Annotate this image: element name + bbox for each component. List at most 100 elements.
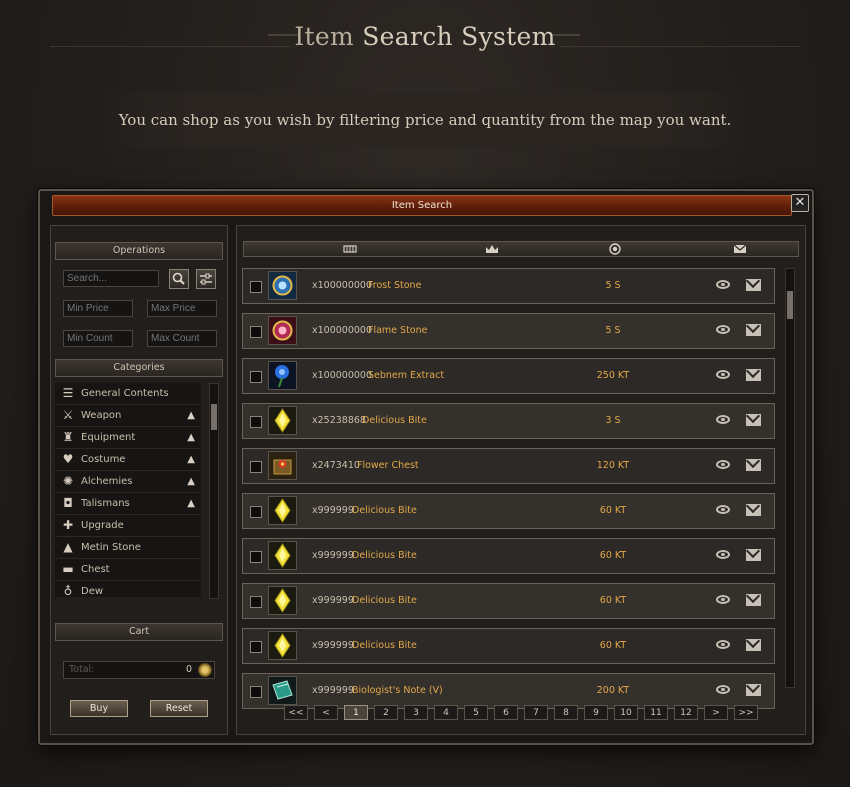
item-row[interactable]: x2473410 Flower Chest 120 KT (242, 448, 775, 484)
mail-icon[interactable] (746, 594, 761, 606)
mail-icon[interactable] (746, 684, 761, 696)
select-checkbox[interactable] (250, 686, 262, 698)
select-checkbox[interactable] (250, 506, 262, 518)
category-item[interactable]: ▲ Metin Stone (55, 537, 201, 559)
page-button[interactable]: 8 (554, 705, 578, 720)
mail-icon[interactable] (746, 414, 761, 426)
category-item[interactable]: ☰ General Contents (55, 383, 201, 405)
page-button[interactable]: 4 (434, 705, 458, 720)
window-titlebar[interactable]: Item Search (52, 195, 792, 216)
item-count-icon[interactable] (342, 242, 358, 261)
item-row[interactable]: x100000000 Frost Stone 5 S (242, 268, 775, 304)
category-item[interactable]: ♜ Equipment ▲ (55, 427, 201, 449)
list-icon: ☰ (62, 386, 74, 400)
page-button[interactable]: << (284, 705, 308, 720)
category-item[interactable]: ✺ Alchemies ▲ (55, 471, 201, 493)
eye-icon[interactable] (716, 595, 730, 604)
category-item[interactable]: ▬ Chest (55, 559, 201, 581)
min-count-input[interactable] (63, 330, 133, 347)
search-input[interactable] (63, 270, 159, 287)
eye-icon[interactable] (716, 640, 730, 649)
eye-icon[interactable] (716, 280, 730, 289)
item-row[interactable]: x25238868 Delicious Bite 3 S (242, 403, 775, 439)
page-button[interactable]: 3 (404, 705, 428, 720)
mail-icon[interactable] (746, 369, 761, 381)
chevron-up-icon[interactable]: ▲ (187, 493, 195, 514)
eye-icon[interactable] (716, 685, 730, 694)
min-price-input[interactable] (63, 300, 133, 317)
results-scrollbar[interactable] (785, 268, 795, 688)
page-button[interactable]: >> (734, 705, 758, 720)
mail-icon[interactable] (746, 324, 761, 336)
category-item[interactable]: ♥ Costume ▲ (55, 449, 201, 471)
page-button[interactable]: 2 (374, 705, 398, 720)
mail-icon[interactable] (746, 504, 761, 516)
category-label: Metin Stone (81, 542, 141, 553)
max-count-input[interactable] (147, 330, 217, 347)
crown-icon[interactable] (484, 242, 500, 261)
page-button[interactable]: 7 (524, 705, 548, 720)
buy-button[interactable]: Buy (70, 700, 128, 717)
scrollbar-thumb[interactable] (211, 404, 217, 430)
coin-icon[interactable] (608, 242, 622, 261)
select-checkbox[interactable] (250, 416, 262, 428)
item-icon (268, 676, 297, 705)
item-price: 5 S (605, 325, 621, 336)
select-checkbox[interactable] (250, 461, 262, 473)
item-row[interactable]: x100000000 Flame Stone 5 S (242, 313, 775, 349)
eye-icon[interactable] (716, 505, 730, 514)
mail-icon[interactable] (746, 459, 761, 471)
page-button[interactable]: 6 (494, 705, 518, 720)
select-checkbox[interactable] (250, 326, 262, 338)
mail-icon[interactable] (746, 639, 761, 651)
chevron-up-icon[interactable]: ▲ (187, 427, 195, 448)
category-item[interactable]: ✚ Upgrade (55, 515, 201, 537)
page-button[interactable]: 5 (464, 705, 488, 720)
scrollbar-thumb[interactable] (787, 291, 793, 319)
item-row[interactable]: x999999 Delicious Bite 60 KT (242, 583, 775, 619)
eye-icon[interactable] (716, 325, 730, 334)
helmet-icon: ♜ (62, 430, 74, 444)
max-price-input[interactable] (147, 300, 217, 317)
select-checkbox[interactable] (250, 551, 262, 563)
chevron-up-icon[interactable]: ▲ (187, 471, 195, 492)
item-quantity: x2473410 (312, 460, 360, 471)
category-item[interactable]: ◘ Talismans ▲ (55, 493, 201, 515)
item-icon (268, 496, 297, 525)
page-button[interactable]: 12 (674, 705, 698, 720)
page-button[interactable]: < (314, 705, 338, 720)
search-button[interactable] (169, 269, 189, 289)
page-button[interactable]: 10 (614, 705, 638, 720)
close-icon[interactable]: ✕ (791, 194, 809, 212)
select-checkbox[interactable] (250, 596, 262, 608)
eye-icon[interactable] (716, 370, 730, 379)
filter-settings-button[interactable] (196, 269, 216, 289)
mail-icon[interactable] (732, 242, 748, 261)
select-checkbox[interactable] (250, 641, 262, 653)
page-button[interactable]: 11 (644, 705, 668, 720)
eye-icon[interactable] (716, 550, 730, 559)
eye-icon[interactable] (716, 460, 730, 469)
item-row[interactable]: x999999 Delicious Bite 60 KT (242, 493, 775, 529)
item-row[interactable]: x999999 Delicious Bite 60 KT (242, 538, 775, 574)
eye-icon[interactable] (716, 415, 730, 424)
chevron-up-icon[interactable]: ▲ (187, 405, 195, 426)
chevron-up-icon[interactable]: ▲ (187, 449, 195, 470)
page-button[interactable]: > (704, 705, 728, 720)
reset-button[interactable]: Reset (150, 700, 208, 717)
mail-icon[interactable] (746, 279, 761, 291)
page-title-part2: Search System (362, 22, 556, 51)
item-quantity: x999999 (312, 505, 354, 516)
select-checkbox[interactable] (250, 281, 262, 293)
item-row[interactable]: x100000000 Sebnem Extract 250 KT (242, 358, 775, 394)
page-button[interactable]: 9 (584, 705, 608, 720)
item-quantity: x100000000 (312, 370, 373, 381)
page-button[interactable]: 1 (344, 705, 368, 720)
categories-scrollbar[interactable] (209, 383, 219, 599)
category-item[interactable]: ⚔ Weapon ▲ (55, 405, 201, 427)
select-checkbox[interactable] (250, 371, 262, 383)
category-item[interactable]: ♁ Dew (55, 581, 201, 597)
item-row[interactable]: x999999 Delicious Bite 60 KT (242, 628, 775, 664)
mail-icon[interactable] (746, 549, 761, 561)
item-row[interactable]: x999999 Biologist's Note (V) 200 KT (242, 673, 775, 709)
